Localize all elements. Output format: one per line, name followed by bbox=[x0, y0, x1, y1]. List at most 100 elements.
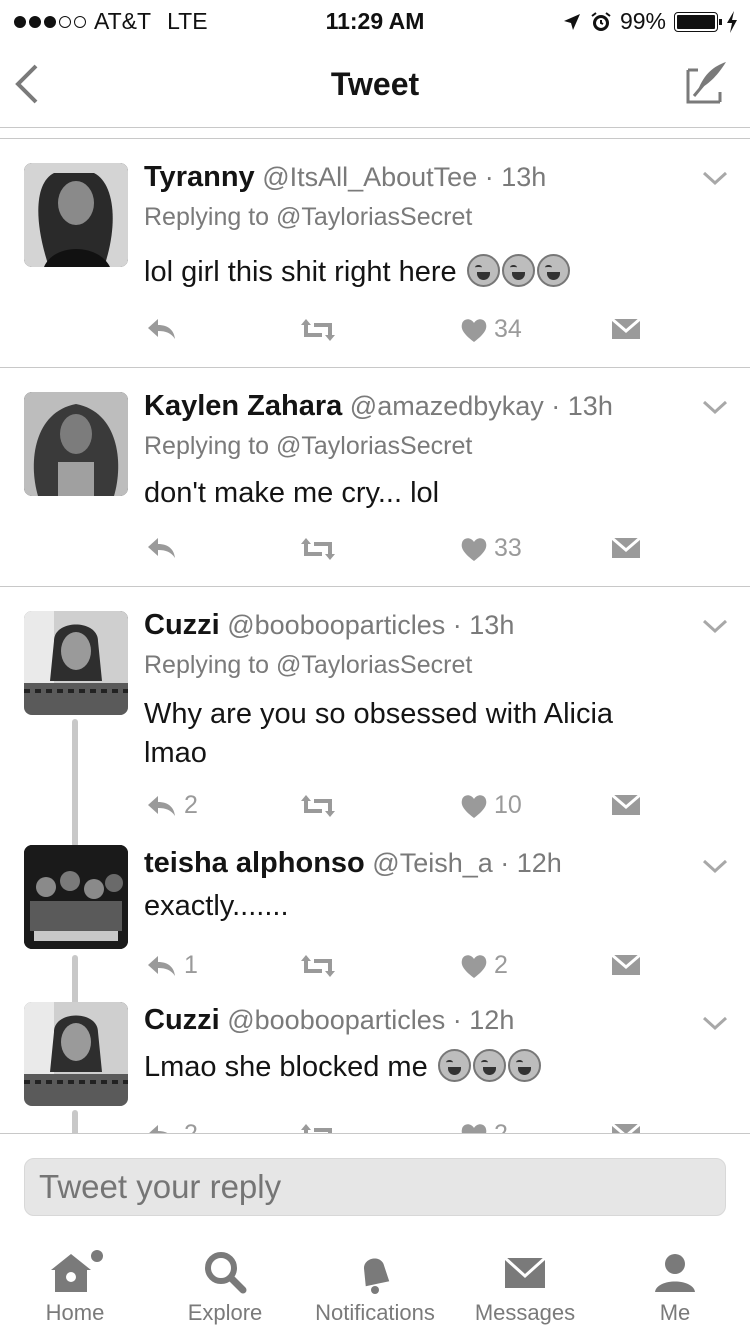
tweet-text: exactly....... bbox=[144, 890, 289, 922]
envelope-icon bbox=[610, 317, 642, 341]
tweet-options-chevron-icon[interactable] bbox=[702, 619, 728, 635]
reply-input[interactable] bbox=[24, 1158, 726, 1216]
tweet-header: Cuzzi @boobooparticles · 13h bbox=[144, 609, 515, 641]
direct-message-button[interactable] bbox=[610, 534, 642, 562]
tweet[interactable]: Cuzzi @boobooparticles · 13h Replying to… bbox=[0, 587, 750, 847]
avatar[interactable] bbox=[24, 1002, 128, 1106]
reply-button[interactable]: 2 bbox=[144, 1120, 198, 1133]
retweet-button[interactable] bbox=[300, 1120, 336, 1133]
tab-home[interactable]: Home bbox=[0, 1248, 150, 1326]
reply-button[interactable] bbox=[144, 315, 184, 343]
author-name[interactable]: teisha alphonso bbox=[144, 847, 365, 879]
reply-icon bbox=[148, 1124, 175, 1133]
envelope-icon bbox=[503, 1256, 547, 1288]
author-handle[interactable]: @boobooparticles bbox=[227, 610, 445, 640]
tweet-options-chevron-icon[interactable] bbox=[702, 171, 728, 187]
tweet[interactable]: teisha alphonso @Teish_a · 12h exactly..… bbox=[0, 837, 750, 1005]
tweet-text-content: Lmao she blocked me bbox=[144, 1051, 428, 1083]
laughing-face-icon bbox=[437, 1049, 471, 1082]
author-name[interactable]: Cuzzi bbox=[144, 1004, 220, 1036]
direct-message-button[interactable] bbox=[610, 1120, 642, 1133]
retweet-button[interactable] bbox=[300, 534, 336, 562]
author-handle[interactable]: @amazedbykay bbox=[350, 391, 544, 421]
tweet-time: 13h bbox=[469, 610, 515, 640]
like-button[interactable]: 2 bbox=[460, 951, 508, 980]
reply-button[interactable] bbox=[144, 534, 184, 562]
tweet-text: don't make me cry... lol bbox=[144, 477, 440, 509]
tab-explore[interactable]: Explore bbox=[150, 1248, 300, 1326]
tweet-actions: 33 bbox=[144, 534, 644, 566]
reply-button[interactable]: 1 bbox=[144, 951, 198, 980]
tweet[interactable]: Tyranny @ItsAll_AboutTee · 13h Replying … bbox=[0, 139, 750, 368]
envelope-icon bbox=[610, 793, 642, 817]
avatar[interactable] bbox=[24, 611, 128, 715]
direct-message-button[interactable] bbox=[610, 951, 642, 979]
reply-icon bbox=[148, 795, 175, 816]
location-arrow-icon bbox=[563, 13, 580, 30]
page-title: Tweet bbox=[330, 66, 420, 102]
person-icon bbox=[655, 1254, 695, 1292]
direct-message-button[interactable] bbox=[610, 315, 642, 343]
tab-label: Home bbox=[45, 1300, 105, 1325]
tweet-header: Cuzzi @boobooparticles · 12h bbox=[144, 1004, 515, 1036]
retweet-button[interactable] bbox=[300, 315, 336, 343]
tweet-actions: 2 10 bbox=[144, 791, 644, 823]
author-name[interactable]: Cuzzi bbox=[144, 609, 220, 641]
retweet-button[interactable] bbox=[300, 951, 336, 979]
tweet-header: Tyranny @ItsAll_AboutTee · 13h bbox=[144, 161, 547, 193]
tweet-text-content: lol girl this shit right here bbox=[144, 256, 457, 288]
retweet-icon bbox=[300, 953, 336, 979]
laughing-face-icon bbox=[507, 1049, 541, 1082]
alarm-clock-icon bbox=[591, 11, 611, 31]
laughing-face-icon bbox=[472, 1049, 506, 1082]
status-right: 99% bbox=[562, 8, 738, 35]
avatar[interactable] bbox=[24, 845, 128, 949]
tweet-time: 12h bbox=[516, 848, 562, 878]
tweet-header: Kaylen Zahara @amazedbykay · 13h bbox=[144, 390, 613, 422]
retweet-icon bbox=[300, 317, 336, 343]
tweet[interactable]: Kaylen Zahara @amazedbykay · 13h Replyin… bbox=[0, 368, 750, 587]
avatar[interactable] bbox=[24, 163, 128, 267]
heart-icon bbox=[461, 318, 487, 342]
like-button[interactable]: 2 bbox=[460, 1120, 508, 1133]
like-button[interactable]: 34 bbox=[460, 315, 522, 344]
tab-notifications[interactable]: Notifications bbox=[300, 1248, 450, 1326]
tab-label: Explore bbox=[187, 1300, 263, 1325]
like-button[interactable]: 33 bbox=[460, 534, 522, 563]
author-handle[interactable]: @Teish_a bbox=[372, 848, 492, 878]
like-button[interactable]: 10 bbox=[460, 791, 522, 820]
reply-feed[interactable]: Tyranny @ItsAll_AboutTee · 13h Replying … bbox=[0, 138, 750, 1133]
direct-message-button[interactable] bbox=[610, 791, 642, 819]
author-name[interactable]: Kaylen Zahara bbox=[144, 390, 342, 422]
tweet-options-chevron-icon[interactable] bbox=[702, 859, 728, 875]
author-handle[interactable]: @boobooparticles bbox=[227, 1005, 445, 1035]
tweet-options-chevron-icon[interactable] bbox=[702, 1016, 728, 1032]
tweet-options-chevron-icon[interactable] bbox=[702, 400, 728, 416]
battery-percent: 99% bbox=[619, 8, 666, 34]
replying-to[interactable]: Replying to @TayloriasSecret bbox=[144, 203, 472, 232]
tweet-actions: 2 2 bbox=[144, 1120, 644, 1133]
reply-count: 1 bbox=[184, 951, 198, 979]
charging-bolt-icon bbox=[727, 10, 737, 33]
retweet-button[interactable] bbox=[300, 791, 336, 819]
tweet-header: teisha alphonso @Teish_a · 12h bbox=[144, 847, 562, 879]
avatar[interactable] bbox=[24, 392, 128, 496]
replying-to[interactable]: Replying to @TayloriasSecret bbox=[144, 651, 472, 680]
tweet-actions: 1 2 bbox=[144, 951, 644, 983]
envelope-icon bbox=[610, 953, 642, 977]
heart-icon bbox=[461, 537, 487, 561]
retweet-icon bbox=[300, 1122, 336, 1133]
replying-to[interactable]: Replying to @TayloriasSecret bbox=[144, 432, 472, 461]
tweet[interactable]: Cuzzi @boobooparticles · 12h Lmao she bl… bbox=[0, 994, 750, 1133]
heart-icon bbox=[461, 1123, 487, 1133]
tweet-text: Why are you so obsessed with Alicia lmao bbox=[144, 695, 704, 773]
envelope-icon bbox=[610, 536, 642, 560]
author-name[interactable]: Tyranny bbox=[144, 161, 255, 193]
reply-button[interactable]: 2 bbox=[144, 791, 198, 820]
compose-tweet-icon[interactable] bbox=[684, 60, 730, 106]
tab-messages[interactable]: Messages bbox=[450, 1248, 600, 1326]
tab-me[interactable]: Me bbox=[600, 1248, 750, 1326]
like-count: 33 bbox=[494, 534, 522, 562]
search-icon bbox=[205, 1252, 247, 1294]
author-handle[interactable]: @ItsAll_AboutTee bbox=[262, 162, 477, 192]
